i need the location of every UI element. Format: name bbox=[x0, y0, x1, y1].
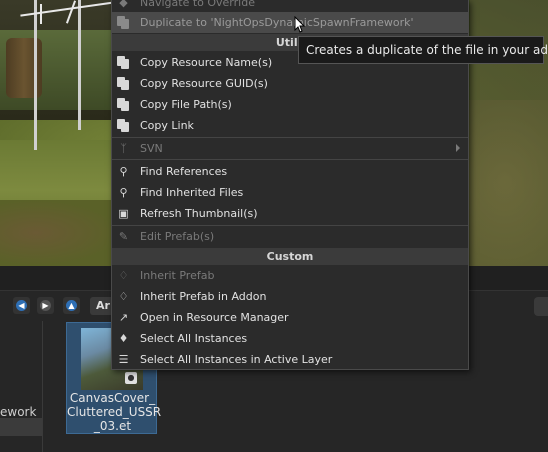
menu-item-select-all-instances[interactable]: ♦ Select All Instances bbox=[112, 328, 468, 349]
layers-icon: ☰ bbox=[118, 353, 129, 366]
search-button[interactable] bbox=[534, 297, 548, 316]
terrain-dirt bbox=[0, 200, 120, 266]
copy-icon bbox=[117, 98, 130, 111]
menu-item-find-references[interactable]: ⚲ Find References bbox=[112, 161, 468, 182]
copy-icon bbox=[117, 77, 130, 90]
menu-item-edit-prefab[interactable]: ✎ Edit Prefab(s) bbox=[112, 226, 468, 247]
menu-item-open-resource-manager[interactable]: ↗ Open in Resource Manager bbox=[112, 307, 468, 328]
folder-tree-label[interactable]: ework bbox=[0, 405, 36, 419]
image-icon: ▣ bbox=[118, 207, 129, 220]
duplicate-icon bbox=[117, 16, 130, 29]
section-header-custom: Custom bbox=[112, 248, 468, 265]
branch-icon: ᛉ bbox=[120, 142, 127, 155]
tent-pole bbox=[78, 0, 81, 130]
mouse-cursor-icon bbox=[294, 16, 306, 33]
back-nav-button[interactable]: ◀ bbox=[13, 297, 30, 314]
folder-tree[interactable] bbox=[0, 321, 43, 452]
menu-item-copy-link[interactable]: Copy Link bbox=[112, 115, 468, 136]
up-nav-button[interactable]: ▲ bbox=[63, 297, 80, 314]
search-icon: ⚲ bbox=[119, 186, 128, 199]
copy-icon bbox=[117, 56, 130, 69]
inherit-icon: ♢ bbox=[118, 269, 129, 282]
search-icon: ⚲ bbox=[119, 165, 128, 178]
menu-separator bbox=[112, 159, 468, 160]
lock-icon: ● bbox=[125, 372, 137, 384]
tent-pole bbox=[34, 0, 37, 150]
menu-item-find-inherited[interactable]: ⚲ Find Inherited Files bbox=[112, 182, 468, 203]
menu-item-svn[interactable]: ᛉ SVN bbox=[112, 138, 468, 159]
inherit-icon: ♢ bbox=[118, 290, 129, 303]
gizmo-line bbox=[40, 4, 42, 24]
tooltip: Creates a duplicate of the file in your … bbox=[298, 36, 548, 64]
asset-name: CanvasCover_ Cluttered_USSR _03.et bbox=[67, 391, 162, 433]
submenu-arrow-icon bbox=[456, 144, 460, 152]
external-link-icon: ↗ bbox=[118, 311, 129, 324]
menu-item-copy-resource-guid[interactable]: Copy Resource GUID(s) bbox=[112, 73, 468, 94]
arrow-up-icon: ▲ bbox=[66, 300, 77, 311]
menu-item-copy-file-path[interactable]: Copy File Path(s) bbox=[112, 94, 468, 115]
arrow-right-icon: ▶ bbox=[40, 300, 51, 311]
menu-item-inherit-prefab[interactable]: ♢ Inherit Prefab bbox=[112, 265, 468, 286]
menu-item-select-all-active-layer[interactable]: ☰ Select All Instances in Active Layer bbox=[112, 349, 468, 370]
menu-item-duplicate[interactable]: Duplicate to 'NightOpsDynamicSpawnFramew… bbox=[112, 12, 468, 33]
copy-icon bbox=[117, 119, 130, 132]
cubes-icon: ♦ bbox=[118, 332, 129, 345]
menu-item-inherit-prefab-addon[interactable]: ♢ Inherit Prefab in Addon bbox=[112, 286, 468, 307]
folder-tree-selected-row[interactable] bbox=[0, 418, 42, 436]
menu-item-refresh-thumbnail[interactable]: ▣ Refresh Thumbnail(s) bbox=[112, 203, 468, 224]
forward-nav-button[interactable]: ▶ bbox=[37, 297, 54, 314]
navigate-icon: ◆ bbox=[119, 0, 128, 9]
arrow-left-icon: ◀ bbox=[16, 300, 27, 311]
edit-icon: ✎ bbox=[118, 230, 129, 243]
